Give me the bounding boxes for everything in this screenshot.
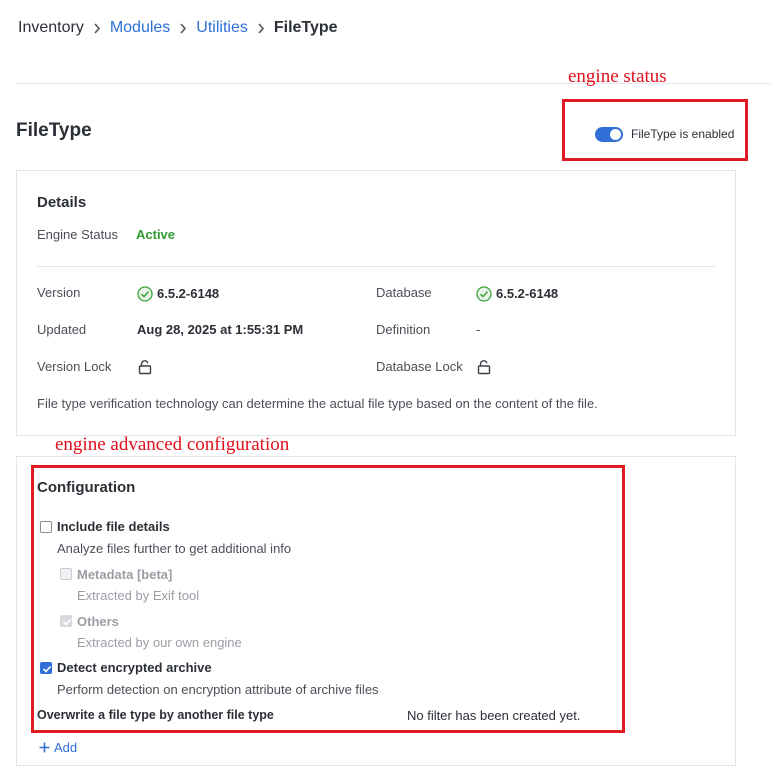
- checkmark-icon: [42, 665, 52, 673]
- version-value: 6.5.2-6148: [157, 286, 220, 301]
- include-file-details-label: Include file details: [57, 519, 170, 534]
- others-sub: Extracted by our own engine: [77, 635, 242, 650]
- database-value: 6.5.2-6148: [496, 286, 559, 301]
- others-label: Others: [77, 614, 119, 629]
- page-title: FileType: [16, 120, 92, 141]
- others-checkbox[interactable]: [60, 615, 72, 627]
- detect-encrypted-archive-sub: Perform detection on encryption attribut…: [57, 682, 379, 697]
- detect-encrypted-archive-checkbox[interactable]: [40, 662, 52, 674]
- metadata-sub: Extracted by Exif tool: [77, 588, 200, 603]
- breadcrumb-inventory[interactable]: Inventory: [18, 19, 84, 37]
- engine-status-label: Engine Status: [37, 227, 118, 242]
- plus-icon: [39, 742, 50, 753]
- updated-label: Updated: [37, 322, 87, 337]
- include-file-details-sub: Analyze files further to get additional …: [57, 541, 292, 556]
- detect-encrypted-archive-label: Detect encrypted archive: [57, 660, 212, 675]
- unlock-icon[interactable]: [476, 359, 492, 375]
- chevron-right-icon: [179, 22, 187, 34]
- toggle-label: FileType is enabled: [631, 127, 735, 141]
- check-circle-icon: [137, 286, 153, 302]
- database-lock-label: Database Lock: [376, 359, 463, 374]
- details-divider: [37, 266, 715, 267]
- definition-label: Definition: [376, 322, 431, 337]
- toggle-knob: [610, 129, 621, 140]
- no-filter-message: No filter has been created yet.: [407, 708, 581, 723]
- checkmark-icon: [62, 618, 72, 626]
- version-lock-label: Version Lock: [37, 359, 112, 374]
- breadcrumb-modules[interactable]: Modules: [110, 19, 170, 37]
- annotation-advanced-config: engine advanced configuration: [55, 434, 290, 455]
- metadata-checkbox[interactable]: [60, 568, 72, 580]
- engine-enable-toggle[interactable]: [595, 127, 623, 142]
- configuration-heading: Configuration: [37, 479, 136, 496]
- include-file-details-checkbox[interactable]: [40, 521, 52, 533]
- annotation-engine-status: engine status: [568, 66, 667, 87]
- database-label: Database: [376, 285, 432, 300]
- chevron-right-icon: [257, 22, 265, 34]
- unlock-icon[interactable]: [137, 359, 153, 375]
- definition-value: -: [476, 322, 481, 337]
- breadcrumb-current: FileType: [273, 19, 338, 36]
- breadcrumb-utilities[interactable]: Utilities: [196, 19, 248, 37]
- chevron-right-icon: [93, 22, 101, 34]
- engine-description: File type verification technology can de…: [37, 396, 598, 411]
- overwrite-filetype-label: Overwrite a file type by another file ty…: [37, 708, 274, 722]
- breadcrumb: Inventory Modules Utilities FileType: [18, 18, 338, 38]
- updated-value: Aug 28, 2025 at 1:55:31 PM: [137, 322, 304, 337]
- engine-status-value: Active: [136, 227, 176, 242]
- version-label: Version: [37, 285, 81, 300]
- check-circle-icon: [476, 286, 492, 302]
- details-heading: Details: [37, 194, 87, 211]
- metadata-label: Metadata [beta]: [77, 567, 173, 582]
